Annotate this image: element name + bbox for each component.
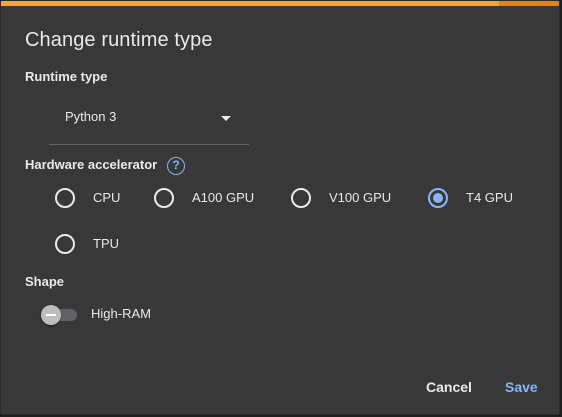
cancel-button[interactable]: Cancel bbox=[426, 379, 472, 395]
radio-button-icon[interactable] bbox=[55, 234, 75, 254]
radio-label: TPU bbox=[93, 236, 119, 251]
runtime-type-select[interactable]: Python 3 bbox=[49, 97, 249, 145]
radio-button-icon[interactable] bbox=[55, 188, 75, 208]
runtime-type-value: Python 3 bbox=[65, 109, 117, 124]
hardware-accelerator-label: Hardware accelerator bbox=[25, 157, 158, 172]
radio-label: CPU bbox=[93, 190, 121, 205]
save-button[interactable]: Save bbox=[505, 379, 538, 395]
dialog-top-bar bbox=[1, 1, 559, 6]
dialog-top-bar-end bbox=[499, 1, 559, 6]
radio-label: V100 GPU bbox=[329, 190, 392, 205]
high-ram-toggle[interactable] bbox=[41, 305, 79, 325]
runtime-type-label: Runtime type bbox=[25, 69, 108, 84]
radio-label: A100 GPU bbox=[192, 190, 255, 205]
help-icon[interactable]: ? bbox=[167, 157, 185, 175]
high-ram-label: High-RAM bbox=[91, 306, 151, 321]
change-runtime-dialog: Change runtime type Runtime type Python … bbox=[0, 0, 560, 415]
radio-button-icon[interactable] bbox=[154, 188, 174, 208]
dialog-title: Change runtime type bbox=[25, 29, 213, 51]
dropdown-arrow-icon bbox=[221, 116, 231, 121]
radio-label: T4 GPU bbox=[466, 190, 513, 205]
radio-button-icon[interactable] bbox=[291, 188, 311, 208]
shape-label: Shape bbox=[25, 274, 65, 289]
radio-button-checked-icon[interactable] bbox=[428, 188, 448, 208]
toggle-thumb-icon[interactable] bbox=[41, 305, 61, 325]
